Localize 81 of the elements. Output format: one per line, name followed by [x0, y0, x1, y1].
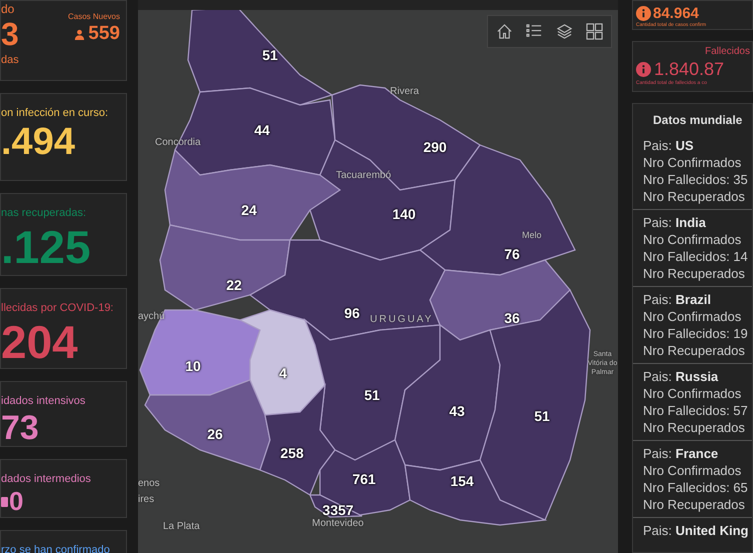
- stat-label: idados intensivos: [1, 394, 86, 408]
- person-icon: [74, 28, 86, 40]
- home-icon[interactable]: [496, 23, 513, 40]
- case-count-label: 140: [392, 206, 416, 222]
- department-region[interactable]: [248, 239, 446, 341]
- case-count-label: 761: [352, 471, 376, 487]
- grid-icon[interactable]: [586, 23, 603, 40]
- place-label: Montevideo: [312, 518, 364, 529]
- new-cases-label: Casos Nuevos: [68, 11, 120, 23]
- place-label: Melo: [522, 230, 542, 241]
- case-count-label: 76: [504, 246, 520, 262]
- stat-label: nas recuperadas:: [1, 206, 87, 220]
- stat-label: llecidas por COVID-19:: [1, 301, 114, 315]
- case-count-label: 44: [254, 122, 270, 138]
- recovered-count: Nro Recuperados: [643, 496, 746, 513]
- country-name: Pais: Brazil: [643, 291, 712, 308]
- recovered-count: Nro Recuperados: [643, 265, 746, 282]
- stat-label: rzo se han confirmado: [1, 543, 111, 553]
- case-count-label: 43: [449, 403, 465, 419]
- case-count-label: 96: [344, 305, 360, 321]
- case-count-label: 290: [423, 139, 447, 155]
- case-count-label: 154: [450, 473, 474, 489]
- info-icon: [636, 62, 651, 76]
- stat-label: das: [1, 53, 19, 68]
- stat-value: 1.840.87: [654, 59, 724, 79]
- case-count-label: 51: [534, 408, 550, 424]
- case-count-label: 10: [185, 358, 201, 374]
- deaths-count: Nro Fallecidos: 65: [643, 479, 749, 496]
- country-name: Pais: United King: [643, 522, 750, 539]
- stat-title: Fallecidos: [704, 45, 751, 59]
- department-region[interactable]: [309, 494, 363, 518]
- place-label: Rivera: [390, 86, 419, 97]
- case-count-label: 36: [504, 310, 520, 326]
- stat-value: .494: [1, 120, 75, 165]
- place-label: ires: [138, 494, 154, 505]
- deaths-count: Nro Fallecidos: 14: [643, 248, 749, 265]
- layers-icon[interactable]: [556, 23, 573, 40]
- country-name: Pais: India: [643, 214, 707, 231]
- country-name: Pais: US: [643, 137, 695, 154]
- department-region[interactable]: [139, 309, 261, 396]
- list-icon[interactable]: [526, 23, 543, 40]
- new-cases-value: 559: [88, 23, 120, 45]
- case-count-label: 258: [280, 445, 304, 461]
- recovered-count: Nro Recuperados: [643, 419, 746, 436]
- department-region[interactable]: [238, 309, 326, 416]
- confirmed-count: Nro Confirmados: [643, 308, 742, 325]
- place-label: La Plata: [163, 521, 200, 532]
- case-count-label: 4: [279, 365, 287, 381]
- case-count-label: 51: [364, 387, 380, 403]
- bed-icon: [1, 494, 9, 509]
- info-icon: [636, 6, 651, 21]
- stat-value: 3: [1, 16, 19, 52]
- confirmed-count: Nro Confirmados: [643, 385, 742, 402]
- stat-value: 73: [1, 408, 39, 446]
- country-name: Pais: France: [643, 445, 720, 462]
- case-count-label: 26: [207, 426, 223, 442]
- deaths-count: Nro Fallecidos: 19: [643, 325, 749, 342]
- stat-value: 204: [1, 315, 78, 368]
- recovered-count: Nro Recuperados: [643, 342, 746, 359]
- case-count-label: 22: [226, 277, 242, 293]
- recovered-count: Nro Recuperados: [643, 188, 746, 205]
- deaths-count: Nro Fallecidos: 35: [643, 171, 749, 188]
- case-count-label: 3357: [322, 502, 354, 518]
- stat-value: 84.964: [653, 6, 699, 21]
- department-region[interactable]: [259, 383, 336, 496]
- stat-value: .125: [1, 220, 91, 275]
- department-region[interactable]: [144, 379, 271, 471]
- country-name: Pais: Russia: [643, 368, 720, 385]
- stat-label: do: [1, 3, 16, 16]
- confirmed-count: Nro Confirmados: [643, 231, 742, 248]
- stat-label: dados intermedios: [1, 472, 92, 486]
- deaths-count: Nro Fallecidos: 57: [643, 402, 749, 419]
- case-count-label: 51: [262, 47, 278, 63]
- place-label: URUGUAY: [370, 314, 434, 325]
- case-count-label: 24: [241, 202, 257, 218]
- panel-title: Datos mundiale: [652, 112, 744, 129]
- confirmed-count: Nro Confirmados: [643, 462, 742, 479]
- stat-label: on infección en curso:: [1, 106, 110, 120]
- stat-value: 0: [9, 486, 24, 517]
- place-label: enos: [138, 478, 160, 489]
- confirmed-count: Nro Confirmados: [643, 154, 742, 171]
